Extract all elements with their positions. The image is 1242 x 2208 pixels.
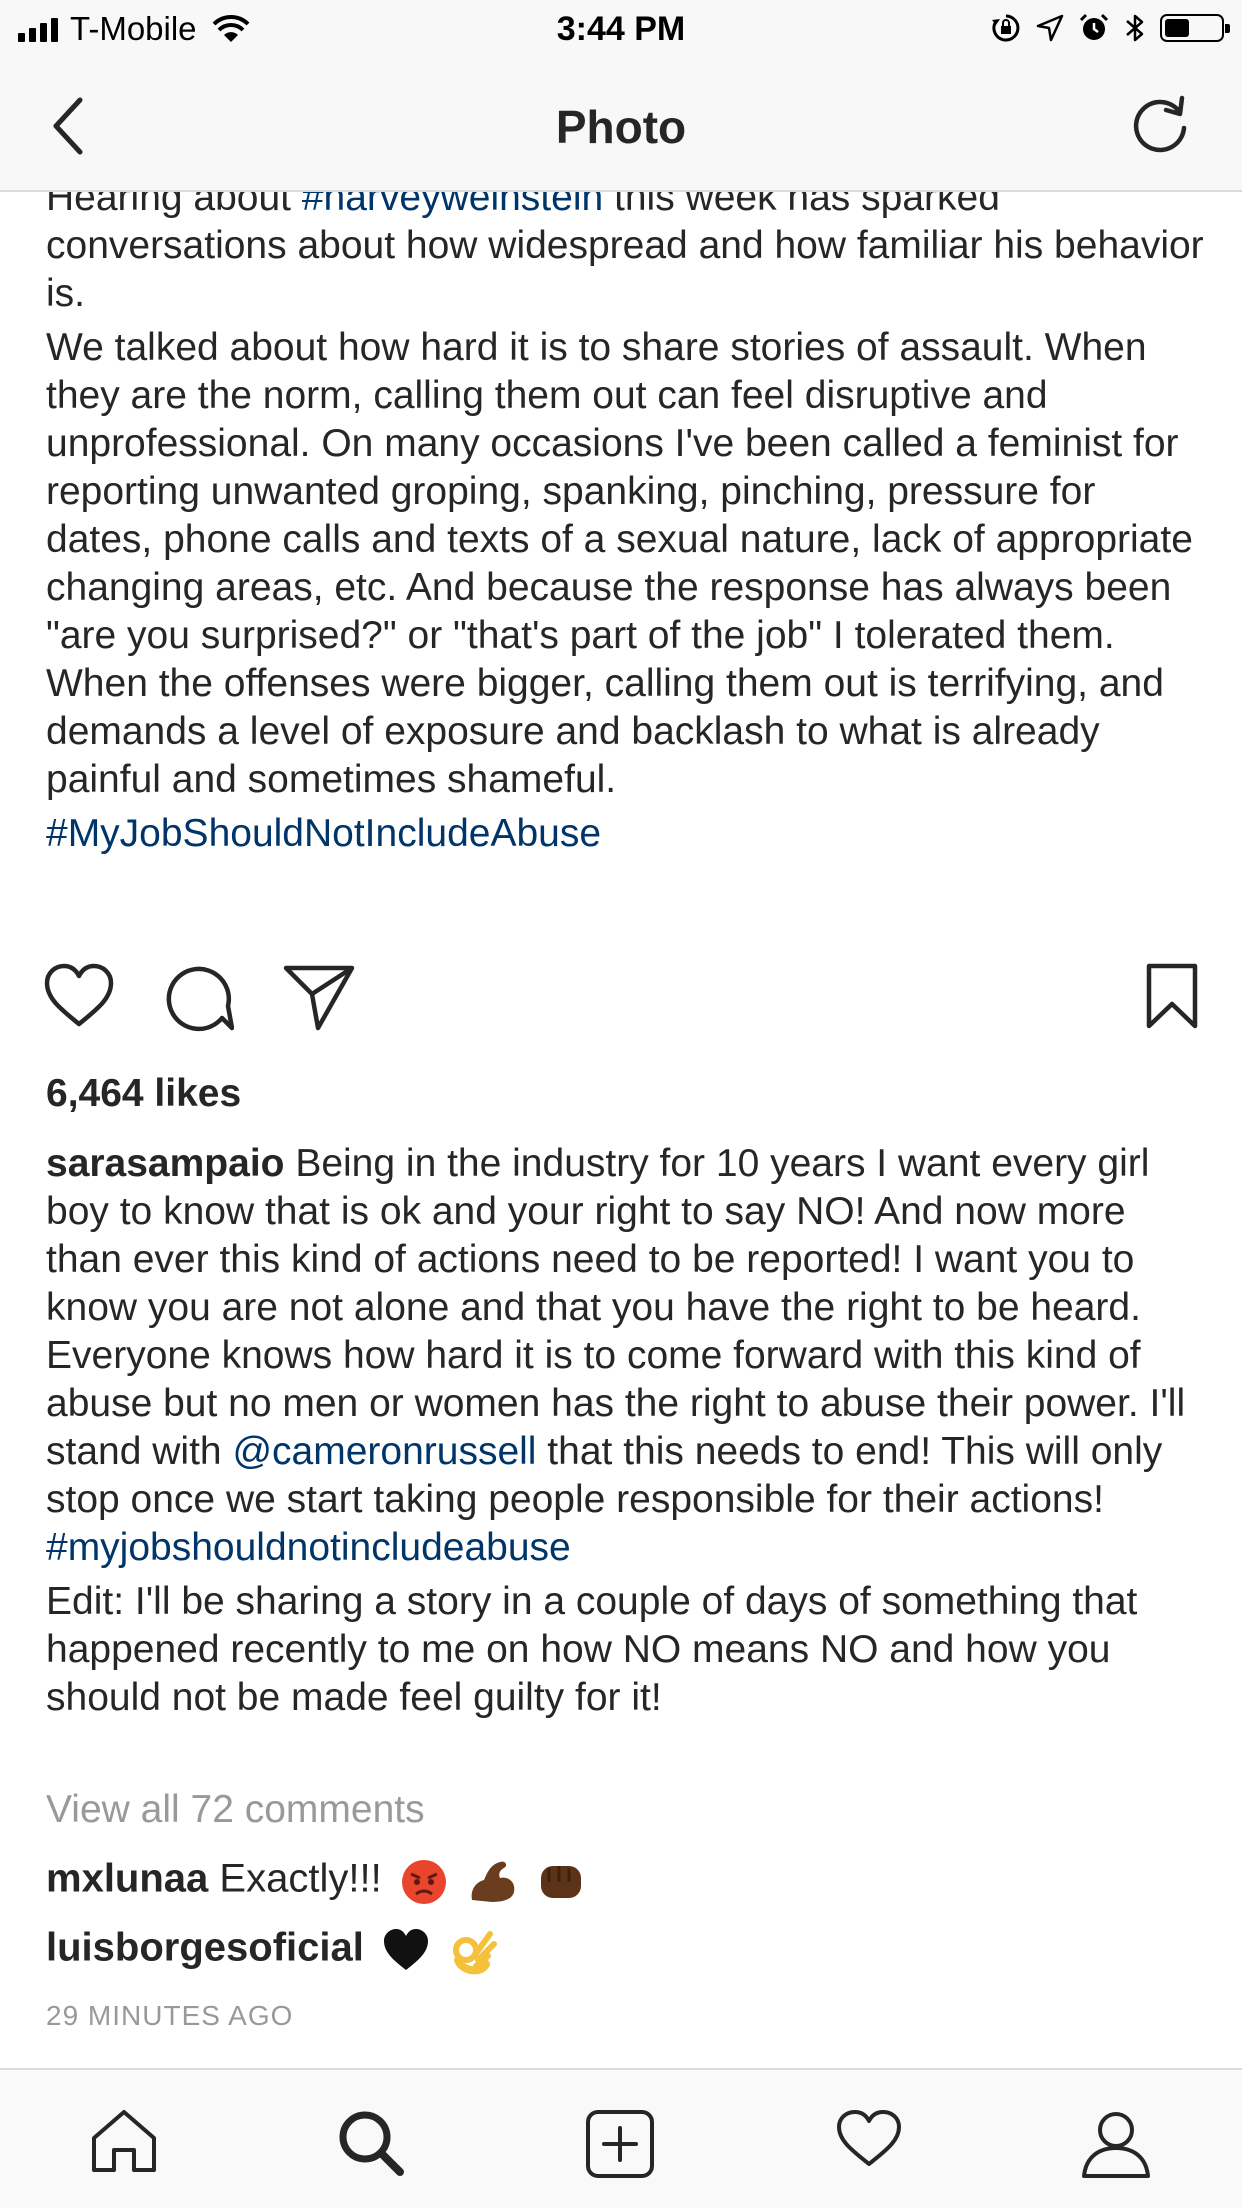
comment-row: mxlunaa Exactly!!! <box>46 1856 587 1906</box>
likes-count[interactable]: 6,464 likes <box>46 1072 241 1116</box>
location-icon <box>1036 14 1064 42</box>
alarm-icon <box>1079 13 1109 40</box>
caption-paragraph: Hearing about #harveyweinstein this week… <box>46 192 1206 318</box>
navigation-bar: Photo <box>0 60 1242 192</box>
refresh-icon[interactable] <box>1132 94 1192 156</box>
post-detail: Hearing about #harveyweinstein this week… <box>0 192 1242 2068</box>
add-post-icon[interactable] <box>584 2108 656 2180</box>
search-icon[interactable] <box>336 2108 406 2178</box>
comment-username[interactable]: mxlunaa <box>46 1857 208 1901</box>
home-icon[interactable] <box>88 2108 160 2174</box>
flexed-biceps-emoji <box>471 1861 515 1902</box>
hashtag-link[interactable]: #myjobshouldnotincludeabuse <box>46 1526 571 1569</box>
ok-hand-emoji <box>453 1931 498 1975</box>
view-all-comments-link[interactable]: View all 72 comments <box>46 1788 425 1832</box>
image-caption-text: Hearing about #harveyweinstein this week… <box>46 192 1206 864</box>
orientation-lock-icon <box>992 14 1020 42</box>
post-caption: sarasampaio Being in the industry for 10… <box>46 1140 1206 1728</box>
caption-paragraph: sarasampaio Being in the industry for 10… <box>46 1142 1186 1569</box>
oncoming-fist-emoji <box>541 1866 582 1898</box>
comment-username[interactable]: luisborgesoficial <box>46 1926 364 1970</box>
heart-icon[interactable] <box>42 962 116 1030</box>
caption-username[interactable]: sarasampaio <box>46 1142 284 1185</box>
angry-face-emoji <box>401 1860 446 1904</box>
tab-bar <box>0 2068 1242 2208</box>
black-heart-emoji <box>383 1929 428 1970</box>
caption-paragraph: We talked about how hard it is to share … <box>46 326 1193 801</box>
status-bar: T-Mobile 3:44 PM <box>0 0 1242 60</box>
comment-row: luisborgesoficial <box>46 1924 498 1976</box>
hashtag-link[interactable]: #MyJobShouldNotIncludeAbuse <box>46 810 1206 858</box>
hashtag-link[interactable]: #harveyweinstein <box>302 192 603 219</box>
comment-text: Exactly!!! <box>208 1856 382 1901</box>
bookmark-icon[interactable] <box>1144 962 1200 1032</box>
paper-plane-icon[interactable] <box>282 962 356 1032</box>
post-timestamp: 29 MINUTES AGO <box>46 2000 294 2031</box>
bluetooth-icon <box>1126 14 1144 42</box>
profile-icon[interactable] <box>1080 2108 1152 2180</box>
comment-icon[interactable] <box>162 962 234 1034</box>
battery-icon <box>1160 14 1230 42</box>
page-title: Photo <box>555 101 687 153</box>
caption-edit-paragraph: Edit: I'll be sharing a story in a coupl… <box>46 1580 1138 1719</box>
action-bar <box>0 962 1242 1042</box>
activity-heart-icon[interactable] <box>834 2108 904 2170</box>
mention-link[interactable]: @cameronrussell <box>232 1430 536 1473</box>
